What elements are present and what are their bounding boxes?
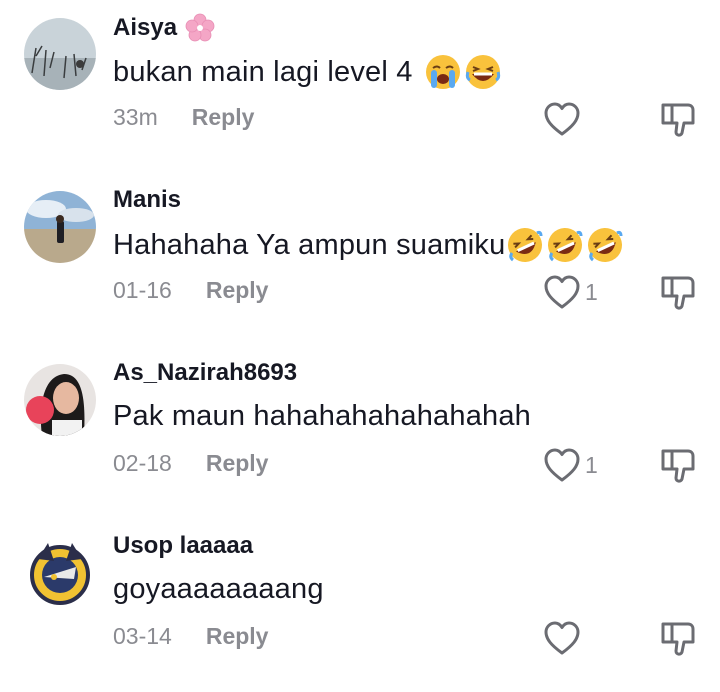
comment-username[interactable]: Usop laaaaa [113,532,253,560]
avatar[interactable] [24,18,96,90]
comment-text-content: goyaaaaaaaang [113,573,324,605]
laughing-face-emoji-icon [465,54,501,90]
comment-meta: 33m Reply [113,104,254,131]
comment-meta: 03-14 Reply [113,623,268,650]
crying-face-emoji-icon [425,54,461,90]
reply-button[interactable]: Reply [206,277,269,304]
comment-text: goyaaaaaaaang [113,573,324,606]
comment-text-content: Pak maun hahahahahahahahah [113,400,532,432]
comment-text-content: bukan main lagi level 4 [113,55,413,88]
reply-button[interactable]: Reply [206,623,269,650]
heart-outline-icon [543,447,581,483]
like-button[interactable] [543,99,585,139]
like-button[interactable]: 1 [543,272,598,312]
avatar[interactable] [24,364,96,436]
reply-button[interactable]: Reply [206,450,269,477]
rofl-emoji-icon [587,227,623,263]
thumbs-down-icon [659,99,697,139]
rofl-emoji-icon [547,227,583,263]
comment-item: Manis Hahahaha Ya ampun suamiku 01-16 Re… [0,173,720,346]
comment-time: 02-18 [113,450,172,476]
thumbs-down-icon [659,272,697,312]
comment-text: bukan main lagi level 4 [113,54,501,90]
comment-username[interactable]: Manis [113,186,181,214]
thumbs-down-icon [659,618,697,658]
comment-username[interactable]: As_Nazirah8693 [113,359,297,387]
username-text: As_Nazirah8693 [113,359,298,386]
comment-time: 01-16 [113,277,172,303]
rofl-emoji-icon [507,227,543,263]
reply-button[interactable]: Reply [192,104,255,131]
comment-username[interactable]: Aisya [113,13,215,43]
comment-item: Aisya bukan main lagi level 4 33m Reply [0,0,720,173]
comment-item: Usop laaaaa goyaaaaaaaang 03-14 Reply [0,519,720,692]
username-text: Usop laaaaa [113,532,254,559]
username-text: Manis [113,186,182,213]
avatar[interactable] [24,191,96,263]
heart-outline-icon [543,620,581,656]
comment-item: As_Nazirah8693 Pak maun hahahahahahahaha… [0,346,720,519]
comment-text-content: Hahahaha Ya ampun suamiku [113,228,506,261]
username-text: Aisya [113,14,178,41]
cherry-blossom-icon [185,13,215,43]
heart-outline-icon [543,274,581,310]
dislike-button[interactable] [659,99,697,139]
avatar[interactable] [24,537,96,609]
comment-text: Hahahaha Ya ampun suamiku [113,227,623,263]
like-button[interactable] [543,618,585,658]
like-button[interactable]: 1 [543,445,598,485]
like-count: 1 [585,451,598,478]
thumbs-down-icon [659,445,697,485]
dislike-button[interactable] [659,445,697,485]
comment-time: 33m [113,104,158,130]
like-count: 1 [585,278,598,305]
dislike-button[interactable] [659,618,697,658]
comment-text: Pak maun hahahahahahahahah [113,400,531,433]
comment-time: 03-14 [113,623,172,649]
comment-meta: 02-18 Reply [113,450,268,477]
heart-outline-icon [543,101,581,137]
comment-meta: 01-16 Reply [113,277,268,304]
dislike-button[interactable] [659,272,697,312]
